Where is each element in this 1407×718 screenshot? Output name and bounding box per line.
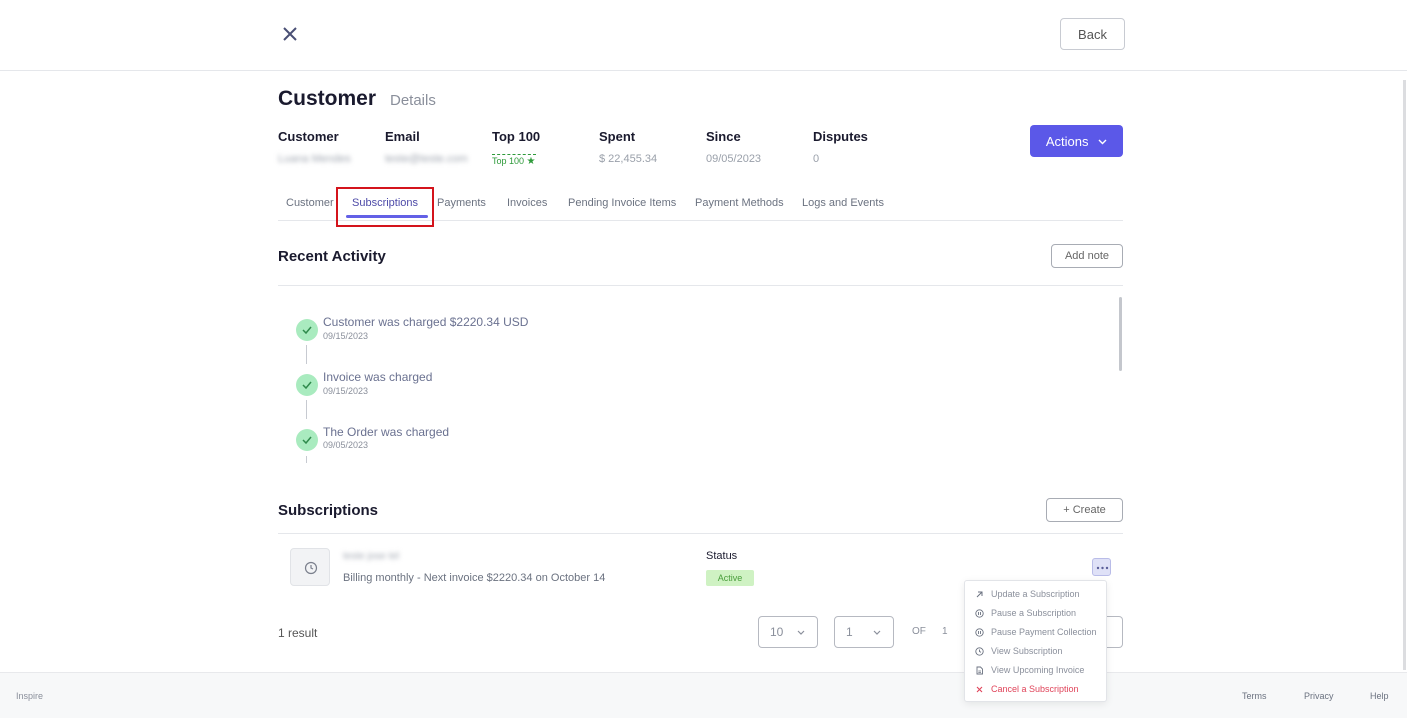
menu-item-pause-subscription[interactable]: Pause a Subscription [975, 608, 1076, 618]
customer-label: Customer [278, 129, 339, 144]
tab-customer[interactable]: Customer [286, 197, 334, 209]
footer: Inspire Terms Privacy Help [0, 672, 1407, 718]
check-circle-icon [296, 429, 318, 451]
x-icon [976, 686, 983, 693]
result-count: 1 result [278, 626, 318, 640]
subscription-icon-box [290, 548, 330, 586]
add-note-button[interactable]: Add note [1051, 244, 1123, 268]
ellipsis-icon [1096, 566, 1109, 570]
menu-item-label: Update a Subscription [991, 589, 1080, 599]
page-number-select[interactable]: 1 [834, 616, 894, 648]
menu-item-view-upcoming-invoice[interactable]: View Upcoming Invoice [975, 665, 1084, 675]
of-label: OF [912, 626, 926, 637]
top-bar: Back [0, 0, 1407, 71]
tab-payment-methods[interactable]: Payment Methods [695, 197, 784, 209]
page-title: Customer [278, 87, 377, 110]
activity-date: 09/05/2023 [323, 440, 369, 450]
clock-icon [304, 561, 318, 575]
chevron-down-icon [797, 630, 805, 635]
spent-value: $ 22,455.34 [599, 153, 658, 165]
subscription-actions-menu: Update a Subscription Pause a Subscripti… [964, 580, 1107, 702]
pause-circle-icon [975, 628, 984, 637]
timeline-connector [306, 345, 307, 364]
recent-activity-title: Recent Activity [278, 248, 386, 265]
tab-invoices[interactable]: Invoices [507, 197, 547, 209]
status-label: Status [706, 550, 738, 562]
menu-item-label: Cancel a Subscription [991, 684, 1079, 694]
menu-item-label: View Upcoming Invoice [991, 665, 1085, 675]
page-subtitle: Details [390, 92, 436, 109]
activity-date: 09/15/2023 [323, 331, 369, 341]
top100-label: Top 100 [492, 129, 541, 144]
page-size-value: 10 [770, 625, 784, 639]
chevron-down-icon [873, 630, 881, 635]
create-subscription-button[interactable]: + Create [1046, 498, 1123, 522]
top100-value: Top 100 [492, 156, 525, 166]
clock-icon [975, 647, 984, 656]
subscription-name[interactable]: teste jose tel [343, 551, 399, 562]
timeline-connector [306, 400, 307, 419]
check-circle-icon [296, 374, 318, 396]
email-label: Email [385, 129, 420, 144]
page-scrollbar[interactable] [1403, 80, 1406, 670]
since-label: Since [706, 129, 741, 144]
activity-text: Customer was charged $2220.34 USD [323, 315, 529, 329]
menu-item-update-subscription[interactable]: Update a Subscription [975, 589, 1080, 599]
customer-name-value: Luana Mendes [278, 153, 351, 165]
tab-logs-and-events[interactable]: Logs and Events [802, 197, 884, 209]
subscription-billing-info: Billing monthly - Next invoice $2220.34 … [343, 572, 606, 584]
activity-text: Invoice was charged [323, 370, 433, 384]
check-circle-icon [296, 319, 318, 341]
footer-link-privacy[interactable]: Privacy [1304, 691, 1334, 701]
menu-item-label: Pause a Subscription [991, 608, 1077, 618]
divider [278, 285, 1123, 286]
footer-link-terms[interactable]: Terms [1242, 691, 1267, 701]
total-pages: 1 [942, 626, 948, 637]
menu-item-cancel-subscription[interactable]: Cancel a Subscription [975, 684, 1079, 694]
divider [278, 533, 1123, 534]
timeline-connector [306, 456, 307, 463]
activity-text: The Order was charged [323, 425, 450, 439]
more-options-button[interactable] [1092, 558, 1111, 576]
back-button[interactable]: Back [1060, 18, 1125, 50]
actions-label: Actions [1045, 133, 1089, 149]
top100-badge: Top 100 ★ [492, 154, 536, 167]
pause-circle-icon [975, 609, 984, 618]
activity-scrollbar[interactable] [1119, 297, 1122, 371]
activity-date: 09/15/2023 [323, 386, 369, 396]
menu-item-label: View Subscription [991, 646, 1063, 656]
spent-label: Spent [599, 129, 636, 144]
email-value: teste@teste.com [385, 153, 468, 165]
star-icon: ★ [526, 156, 536, 167]
highlight-annotation [336, 187, 434, 227]
actions-button[interactable]: Actions [1030, 125, 1123, 157]
disputes-label: Disputes [813, 129, 868, 144]
footer-brand: Inspire [16, 691, 44, 701]
chevron-down-icon [1098, 139, 1107, 145]
footer-link-help[interactable]: Help [1370, 691, 1389, 701]
menu-item-label: Pause Payment Collection [991, 627, 1097, 637]
menu-item-view-subscription[interactable]: View Subscription [975, 646, 1062, 656]
close-icon[interactable] [280, 24, 300, 44]
page-size-select[interactable]: 10 [758, 616, 818, 648]
status-badge: Active [706, 570, 754, 586]
page-number-value: 1 [846, 625, 853, 639]
subscriptions-title: Subscriptions [278, 502, 379, 519]
tab-payments[interactable]: Payments [437, 197, 486, 209]
menu-item-pause-payment-collection[interactable]: Pause Payment Collection [975, 627, 1097, 637]
since-value: 09/05/2023 [706, 153, 762, 165]
disputes-value: 0 [813, 153, 820, 165]
arrow-up-right-icon [976, 591, 983, 598]
tab-pending-invoice-items[interactable]: Pending Invoice Items [568, 197, 676, 209]
document-icon [976, 666, 983, 675]
